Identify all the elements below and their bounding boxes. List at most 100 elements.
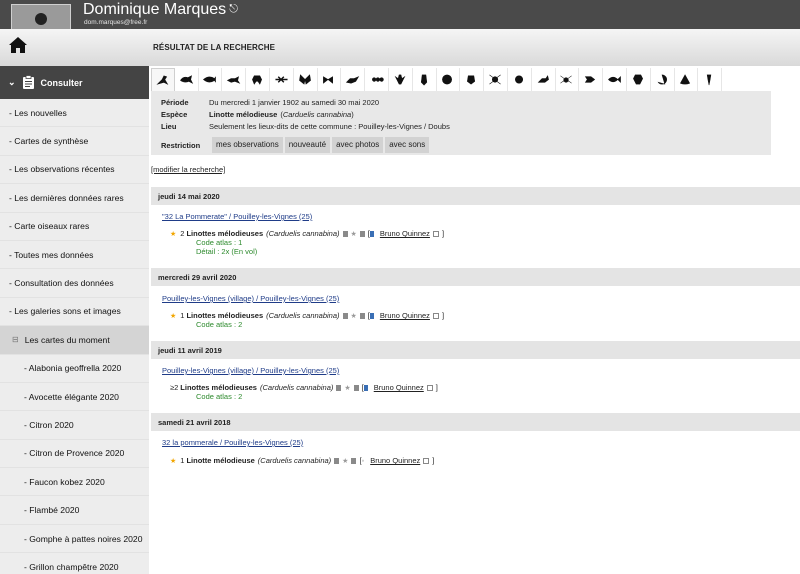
taxon-filter-mammal[interactable]: [174, 68, 199, 91]
taxon-filter-lobster[interactable]: [626, 68, 651, 91]
taxon-filter-spider[interactable]: [555, 68, 580, 91]
details-icon[interactable]: [334, 457, 340, 464]
taxon-filter-scorpion[interactable]: [531, 68, 556, 91]
sidebar-item-cartes-synthese[interactable]: - Cartes de synthèse: [0, 127, 149, 156]
tab-avec-photos[interactable]: avec photos: [331, 136, 385, 154]
taxon-filter-lizard[interactable]: [222, 68, 247, 91]
taxon-filter-misc[interactable]: [698, 68, 723, 91]
location-link[interactable]: Pouilley-les-Vignes (village) / Pouilley…: [162, 294, 339, 303]
spider-crab-icon: [489, 74, 501, 85]
copy-icon[interactable]: [432, 312, 439, 319]
search-criteria: Période Du mercredi 1 janvier 1902 au sa…: [151, 91, 771, 155]
snail-icon: [657, 74, 667, 85]
taxon-filter-fish[interactable]: [603, 68, 627, 91]
observation-line: ★ 1 Linottes mélodieuses (Carduelis cann…: [170, 311, 445, 320]
star-icon: ★: [170, 312, 177, 320]
taxon-filter-cicada[interactable]: [412, 68, 437, 91]
mobile-icon: [363, 384, 368, 391]
taxon-filter-bug[interactable]: [460, 68, 485, 91]
user-name[interactable]: Dominique Marques ⎋: [83, 1, 238, 19]
page-title: RÉSULTAT DE LA RECHERCHE: [153, 43, 276, 52]
collapse-icon[interactable]: ⊟: [12, 335, 19, 344]
criteria-place: Lieu Seulement les lieux-dits de cette c…: [161, 122, 450, 131]
criteria-period: Période Du mercredi 1 janvier 1902 au sa…: [161, 98, 380, 107]
details-icon[interactable]: [342, 312, 348, 319]
sidebar-item-donnees-rares[interactable]: - Les dernières données rares: [0, 184, 149, 213]
taxon-filter-butterfly[interactable]: [293, 68, 318, 91]
taxon-filter-grasshopper[interactable]: [341, 68, 366, 91]
fish-whale-icon: [203, 76, 217, 83]
dragonfly-icon: [275, 76, 288, 83]
location-link[interactable]: "32 La Pommerate" / Pouilley-les-Vignes …: [162, 212, 312, 221]
sidebar-group-cartes-moment[interactable]: ⊟ Les cartes du moment: [0, 326, 149, 355]
taxon-filter-ladybug[interactable]: [507, 68, 532, 91]
chart-icon[interactable]: [359, 230, 365, 237]
atlas-code: Code atlas : 1: [196, 238, 243, 247]
taxon-filter-shrimp[interactable]: [579, 68, 604, 91]
rating-icon[interactable]: ★: [342, 457, 348, 465]
chart-icon[interactable]: [359, 312, 365, 319]
taxon-filter-snail[interactable]: [650, 68, 675, 91]
frog-icon: [252, 75, 263, 85]
taxon-filter-dragonfly[interactable]: [269, 68, 294, 91]
chart-icon[interactable]: [351, 457, 357, 464]
sidebar-subitem[interactable]: - Citron de Provence 2020: [0, 440, 149, 469]
sidebar-subitem[interactable]: - Avocette élégante 2020: [0, 383, 149, 412]
copy-icon[interactable]: [432, 230, 439, 237]
taxon-filter-mantis[interactable]: [388, 68, 413, 91]
sidebar-item-consultation[interactable]: - Consultation des données: [0, 269, 149, 298]
location-link[interactable]: 32 la pommerale / Pouilley-les-Vignes (2…: [162, 438, 303, 447]
criteria-species: Espèce Linotte mélodieuse (Carduelis can…: [161, 110, 354, 119]
scorpion-icon: [537, 75, 549, 83]
location-link[interactable]: Pouilley-les-Vignes (village) / Pouilley…: [162, 366, 339, 375]
sidebar-subitem[interactable]: - Citron 2020: [0, 411, 149, 440]
sidebar-item-nouvelles[interactable]: - Les nouvelles: [0, 99, 149, 128]
tab-mes-observations[interactable]: mes observations: [211, 136, 284, 154]
sub-header: [0, 29, 800, 66]
clipboard-icon: [22, 75, 34, 89]
sidebar-item-carte-oiseaux-rares[interactable]: - Carte oiseaux rares: [0, 213, 149, 241]
star-icon: ★: [170, 457, 177, 465]
modify-search-link[interactable]: [modifier la recherche]: [151, 165, 225, 174]
details-icon[interactable]: [342, 230, 348, 237]
date-header: jeudi 11 avril 2019: [151, 341, 800, 359]
tab-avec-sons[interactable]: avec sons: [384, 136, 431, 154]
details-icon[interactable]: [336, 384, 342, 391]
sidebar-item-mes-donnees[interactable]: - Toutes mes données: [0, 241, 149, 270]
copy-icon[interactable]: [423, 457, 430, 464]
observation-line: ≥2 Linottes mélodieuses (Carduelis canna…: [170, 383, 438, 392]
sidebar-subitem[interactable]: - Gomphe à pattes noires 2020: [0, 525, 149, 554]
taxon-filter-ant[interactable]: [365, 68, 389, 91]
taxon-filter-beetle[interactable]: [436, 68, 461, 91]
rating-icon[interactable]: ★: [351, 230, 357, 238]
sidebar-item-galeries[interactable]: - Les galeries sons et images: [0, 298, 149, 327]
taxon-filter-shell[interactable]: [674, 68, 699, 91]
tab-nouveaute[interactable]: nouveauté: [283, 136, 332, 154]
ant-icon: [372, 77, 384, 82]
sidebar-subitem[interactable]: - Flambé 2020: [0, 496, 149, 525]
sidebar-subitem[interactable]: - Grillon champêtre 2020: [0, 553, 149, 574]
home-icon[interactable]: [8, 36, 28, 54]
atlas-code: Code atlas : 2: [196, 392, 243, 401]
chart-icon[interactable]: [353, 384, 359, 391]
taxon-filter-bird[interactable]: [151, 68, 175, 91]
copy-icon[interactable]: [426, 384, 433, 391]
sidebar: ⌄ Consulter - Les nouvelles - Cartes de …: [0, 66, 149, 574]
observation-detail: Détail : 2x (En vol): [196, 247, 258, 256]
mantis-icon: [394, 74, 406, 85]
rating-icon[interactable]: ★: [351, 312, 357, 320]
ladybug-icon: [514, 75, 523, 84]
sidebar-section-consulter[interactable]: ⌄ Consulter: [0, 66, 149, 99]
sidebar-subitem[interactable]: - Faucon kobez 2020: [0, 468, 149, 497]
sidebar-subitem[interactable]: - Alabonia geoffrella 2020: [0, 355, 149, 383]
taxon-filter-moth[interactable]: [317, 68, 342, 91]
beetle-icon: [442, 74, 453, 85]
rating-icon[interactable]: ★: [344, 384, 350, 392]
logout-icon[interactable]: ⎋: [229, 3, 238, 16]
taxon-filter-spider-crab[interactable]: [484, 68, 508, 91]
date-header: jeudi 14 mai 2020: [151, 187, 800, 205]
taxon-filter-frog[interactable]: [246, 68, 270, 91]
mammal-icon: [179, 75, 193, 84]
taxon-filter-fish-whale[interactable]: [198, 68, 223, 91]
sidebar-item-observations-recentes[interactable]: - Les observations récentes: [0, 156, 149, 185]
